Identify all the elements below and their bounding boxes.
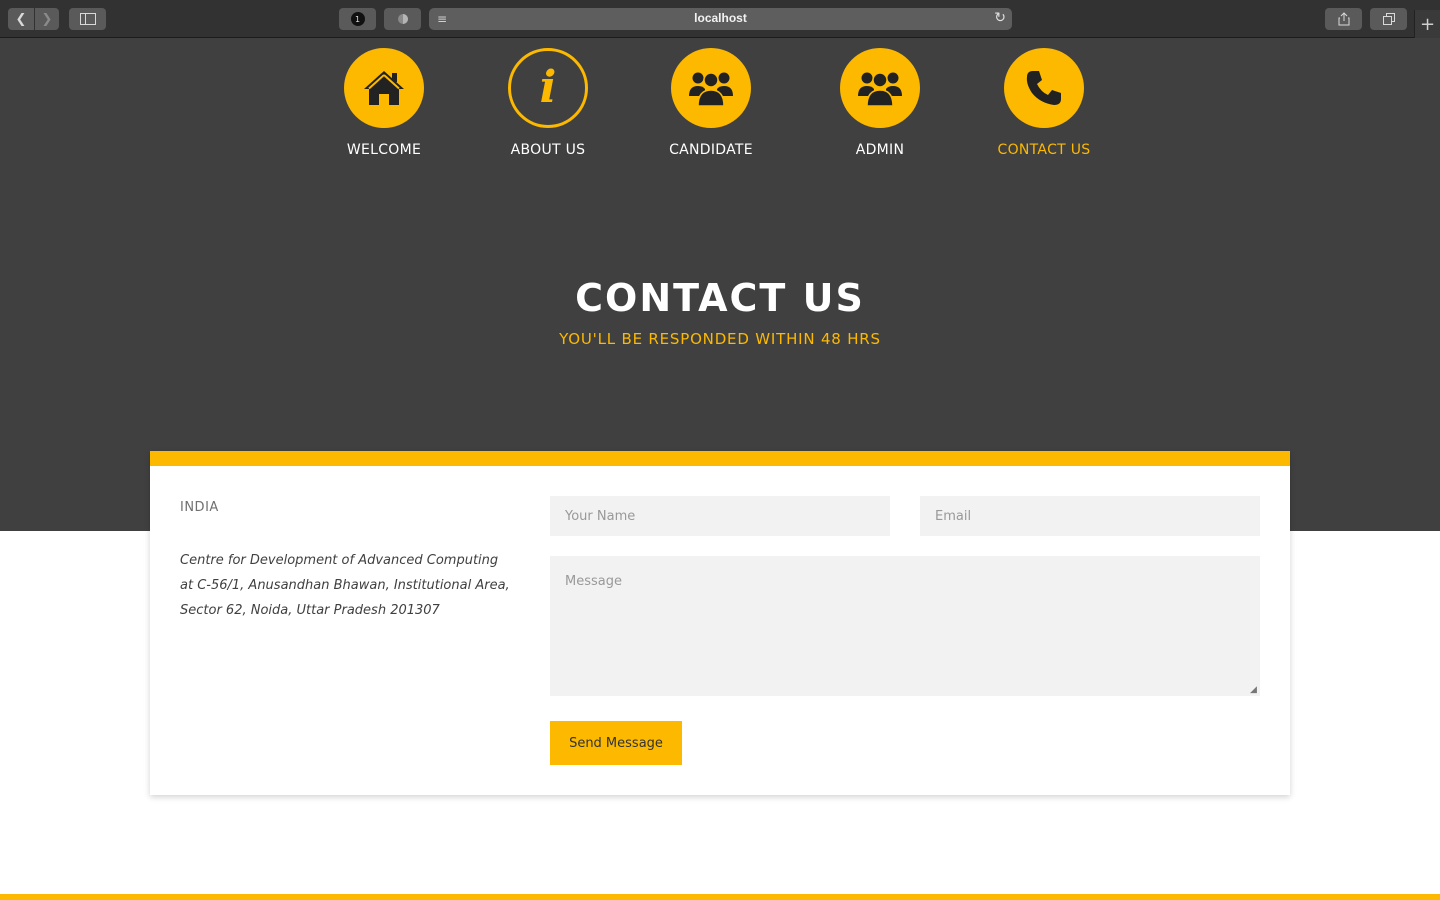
nav-label-contact-us: CONTACT US — [997, 142, 1091, 158]
nav-label-admin: ADMIN — [855, 142, 905, 158]
address-line-1: Centre for Development of Advanced Compu… — [180, 553, 499, 568]
nav-label-candidate: CANDIDATE — [669, 142, 753, 158]
sidebar-icon — [79, 13, 96, 25]
reload-icon[interactable]: ↻ — [994, 10, 1006, 26]
nav-item-admin[interactable]: ADMIN — [800, 48, 960, 158]
info-icon: i — [539, 62, 557, 113]
forward-button[interactable]: ❯ — [35, 8, 59, 30]
nav-label-welcome: WELCOME — [346, 142, 422, 158]
contact-address: Centre for Development of Advanced Compu… — [180, 548, 510, 623]
users-icon — [858, 72, 902, 107]
nav-item-about-us[interactable]: i ABOUT US — [468, 48, 628, 158]
nav-item-contact-us[interactable]: CONTACT US — [964, 48, 1124, 158]
shield-icon — [397, 14, 408, 24]
new-tab-button[interactable]: + — [1414, 10, 1440, 38]
contact-card: INDIA Centre for Development of Advanced… — [150, 451, 1290, 795]
browser-toolbar: ❮ ❯ 1 ≡ localhost ↻ + — [0, 0, 1440, 38]
footer-accent-bar — [0, 894, 1440, 900]
extension-button-1[interactable]: 1 — [339, 8, 376, 30]
send-message-button[interactable]: Send Message — [550, 721, 682, 765]
nav-circle[interactable] — [1004, 48, 1084, 128]
nav-circle[interactable] — [840, 48, 920, 128]
message-textarea[interactable] — [550, 556, 1260, 696]
chevron-right-icon: ❯ — [41, 11, 53, 27]
tabs-icon — [1382, 13, 1395, 25]
contact-country: INDIA — [180, 500, 219, 515]
home-icon — [364, 71, 404, 105]
nav-item-candidate[interactable]: CANDIDATE — [631, 48, 791, 158]
users-icon — [689, 72, 733, 107]
back-button[interactable]: ❮ — [8, 8, 34, 30]
address-line-2: at C-56/1, Anusandhan Bhawan, Institutio… — [180, 578, 510, 618]
phone-icon — [1026, 71, 1061, 105]
address-bar[interactable]: ≡ localhost ↻ — [429, 8, 1012, 30]
nav-label-about-us: ABOUT US — [510, 142, 586, 158]
nav-circle[interactable]: i — [508, 48, 588, 128]
sidebar-toggle-button[interactable] — [69, 8, 106, 30]
resize-handle-icon[interactable]: ◢ — [1250, 686, 1259, 695]
name-input[interactable] — [550, 496, 890, 536]
nav-item-welcome[interactable]: WELCOME — [304, 48, 464, 158]
tab-overview-button[interactable] — [1370, 8, 1407, 30]
share-button[interactable] — [1325, 8, 1362, 30]
email-input[interactable] — [920, 496, 1260, 536]
share-icon — [1338, 12, 1349, 26]
nav-circle[interactable] — [344, 48, 424, 128]
address-text: localhost — [694, 11, 747, 25]
nav-circle[interactable] — [671, 48, 751, 128]
extension-button-2[interactable] — [384, 8, 421, 30]
plus-icon: + — [1419, 13, 1436, 35]
extension-badge-icon: 1 — [350, 12, 365, 26]
page-title: CONTACT US — [575, 276, 865, 320]
page-subtitle: YOU'LL BE RESPONDED WITHIN 48 HRS — [559, 330, 881, 348]
chevron-left-icon: ❮ — [15, 11, 27, 27]
